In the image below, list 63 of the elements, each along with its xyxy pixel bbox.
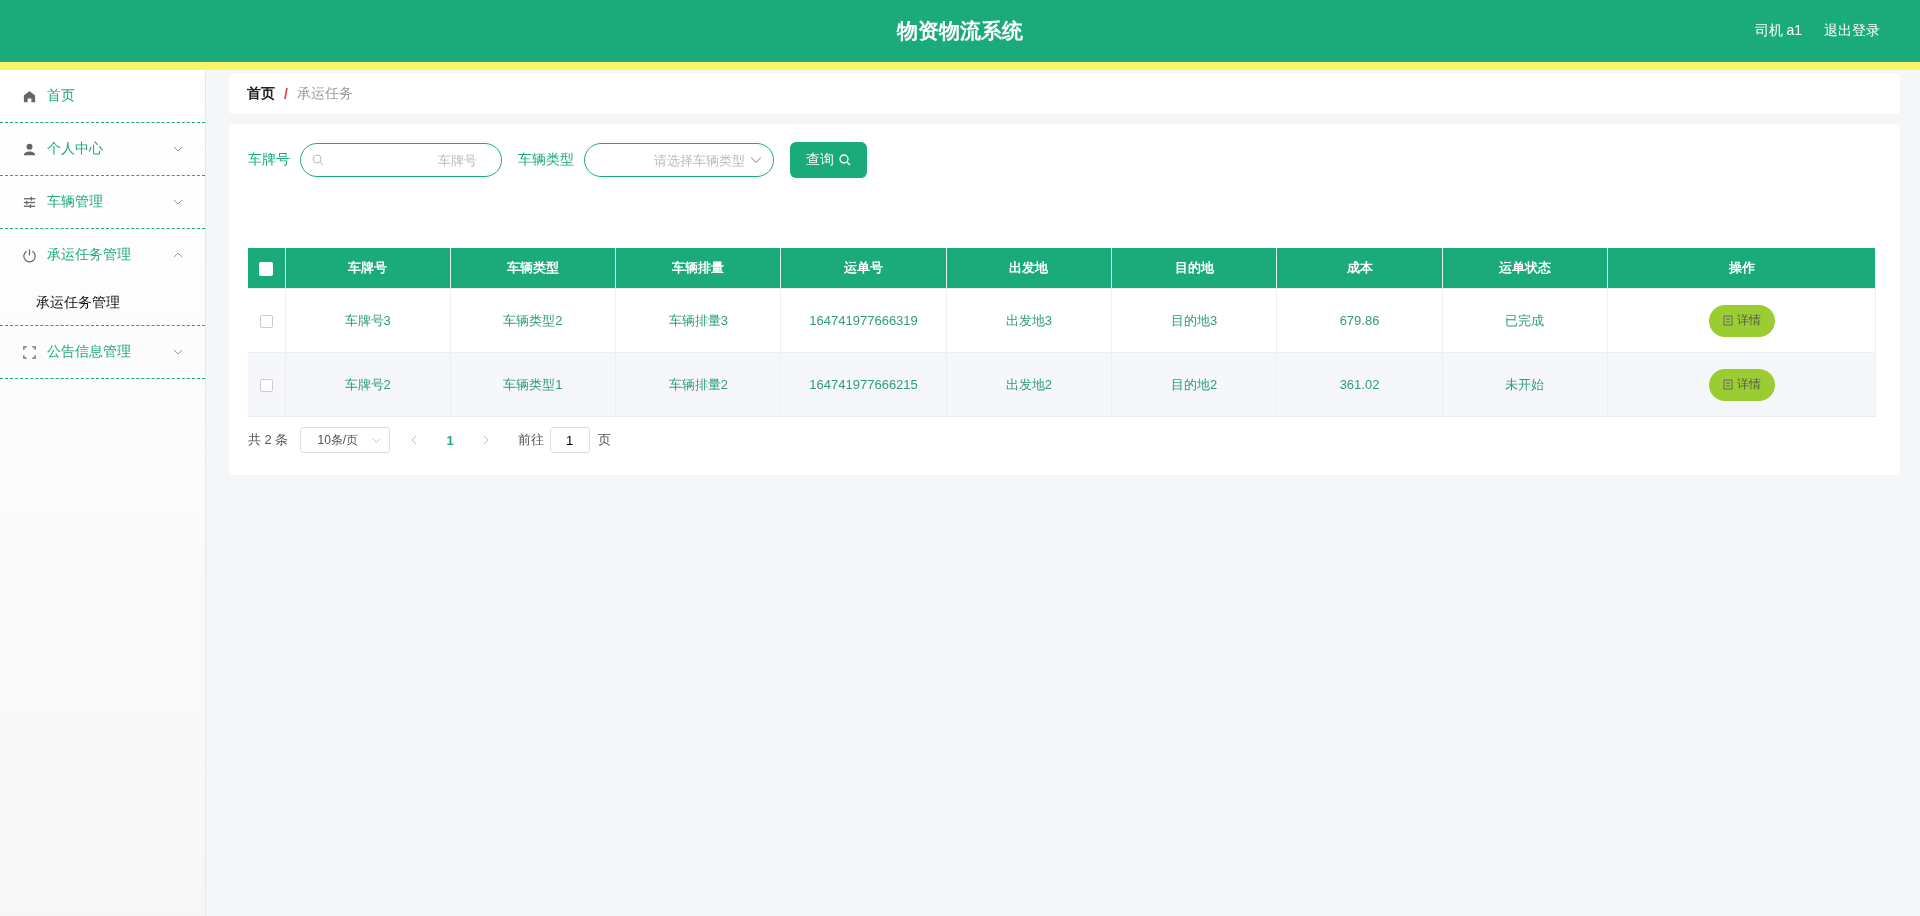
submenu-item[interactable]: 承运任务管理 (0, 281, 205, 325)
menu-item[interactable]: 车辆管理 (0, 176, 205, 229)
page-number[interactable]: 1 (438, 432, 462, 448)
menu-item[interactable]: 个人中心 (0, 123, 205, 176)
field-label: 车牌号 (248, 151, 290, 169)
table-cell: 车辆排量3 (615, 288, 781, 353)
chevron-icon (750, 154, 762, 166)
column-header: 车牌号 (285, 248, 451, 289)
breadcrumb-separator: / (284, 86, 288, 102)
total-count: 共 2 条 (248, 431, 289, 449)
document-icon (1722, 379, 1733, 390)
frame-corners-icon (22, 344, 37, 360)
home-icon (22, 88, 37, 104)
column-header: 操作 (1607, 248, 1876, 289)
search-field[interactable]: 车牌号 (300, 143, 502, 177)
table-cell: 361.02 (1276, 352, 1443, 417)
menu-item[interactable]: 首页 (0, 70, 205, 123)
row-checkbox[interactable] (259, 379, 273, 393)
column-header: 运单号 (780, 248, 947, 289)
column-header: 成本 (1276, 248, 1443, 289)
logout-link[interactable]: 退出登录 (1824, 22, 1880, 40)
select-all-checkbox[interactable] (259, 261, 274, 276)
table-cell: 出发地3 (946, 288, 1112, 353)
column-header: 目的地 (1111, 248, 1277, 289)
power-icon (22, 247, 37, 263)
document-icon (1722, 315, 1733, 326)
table-cell: 164741977666319 (780, 288, 947, 353)
details-button[interactable]: 详情 (1708, 304, 1775, 337)
table-cell: 车牌号2 (285, 352, 451, 417)
table-cell: 车辆类型2 (450, 288, 616, 353)
column-header: 车辆排量 (615, 248, 781, 289)
table-cell: 出发地2 (946, 352, 1112, 417)
table-cell: 164741977666215 (780, 352, 947, 417)
table-cell: 已完成 (1442, 288, 1608, 353)
table-cell: 679.86 (1276, 288, 1443, 353)
menu-item[interactable]: 承运任务管理 (0, 229, 205, 281)
table-cell: 车辆类型1 (450, 352, 616, 417)
sliders-icon (22, 194, 37, 210)
goto-label: 前往 (517, 431, 544, 449)
app-title: 物资物流系统 (897, 18, 1023, 44)
search-icon (839, 154, 851, 166)
user-name: 司机 a1 (1754, 22, 1802, 40)
page-size-select[interactable]: 10条/页 (300, 427, 391, 453)
query-button[interactable]: 查询 (790, 142, 867, 178)
column-header: 运单状态 (1442, 248, 1608, 289)
column-header: 出发地 (946, 248, 1112, 289)
menu-item[interactable]: 公告信息管理 (0, 326, 205, 379)
table-cell: 车辆排量2 (615, 352, 781, 417)
goto-page-field[interactable]: 1 (549, 427, 590, 453)
chevron-icon (372, 435, 382, 445)
table-cell: 目的地3 (1111, 288, 1277, 353)
column-header: 车辆类型 (450, 248, 616, 289)
table-cell: 目的地2 (1111, 352, 1277, 417)
page-suffix: 页 (597, 431, 611, 449)
row-checkbox[interactable] (259, 315, 273, 329)
breadcrumb-item: 承运任务 (296, 85, 353, 103)
user-icon (22, 141, 37, 157)
details-button[interactable]: 详情 (1708, 368, 1775, 401)
field-label: 车辆类型 (518, 151, 574, 169)
table-cell: 车牌号3 (285, 288, 451, 353)
breadcrumb-item[interactable]: 首页 (247, 85, 275, 103)
table-cell: 未开始 (1442, 352, 1608, 417)
select-field[interactable]: 请选择车辆类型 (584, 143, 774, 177)
